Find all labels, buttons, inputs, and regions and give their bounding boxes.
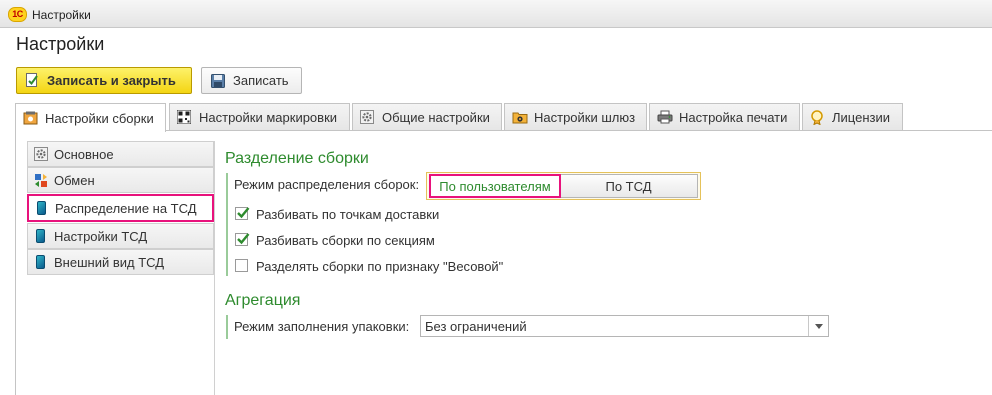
checkmark-icon — [237, 207, 250, 219]
save-and-close-label: Записать и закрыть — [47, 73, 176, 88]
exchange-icon — [34, 173, 48, 188]
tab-print-settings[interactable]: Настройка печати — [649, 103, 800, 130]
checkmark-icon — [237, 233, 250, 245]
mobile-device-icon — [34, 254, 48, 270]
mobile-device-icon — [34, 228, 48, 244]
tab-assembly-settings[interactable]: Настройки сборки — [15, 103, 166, 132]
aggregation-group-bar — [226, 315, 228, 339]
gear-icon — [34, 146, 48, 162]
window-titlebar: 1С Настройки — [0, 0, 992, 28]
app-logo: 1С — [8, 7, 27, 22]
save-label: Записать — [233, 73, 289, 88]
page-title: Настройки — [16, 34, 105, 54]
fill-mode-label: Режим заполнения упаковки: — [234, 319, 410, 334]
qr-code-icon — [176, 109, 193, 125]
floppy-disk-icon — [211, 73, 225, 88]
nav-item-label: Основное — [54, 146, 114, 162]
split-group-bar — [226, 173, 228, 276]
nav-item-label: Распределение на ТСД — [55, 200, 197, 216]
mobile-device-icon — [35, 200, 49, 216]
tab-licenses[interactable]: Лицензии — [802, 103, 903, 130]
nav-divider — [214, 141, 215, 395]
nav-item-main[interactable]: Основное — [27, 141, 214, 167]
license-icon — [810, 110, 826, 126]
nav-item-label: Внешний вид ТСД — [54, 254, 165, 270]
save-button[interactable]: Записать — [201, 67, 302, 94]
tab-label: Настройки маркировки — [199, 109, 338, 125]
save-and-close-button[interactable]: Записать и закрыть — [16, 67, 192, 94]
dropdown-button[interactable] — [808, 316, 828, 336]
tab-label: Общие настройки — [382, 109, 490, 125]
nav-item-label: Настройки ТСД — [54, 228, 148, 244]
assembly-settings-icon — [23, 111, 39, 125]
split-by-weight-label: Разделять сборки по признаку "Весовой" — [256, 259, 504, 274]
split-section-title: Разделение сборки — [225, 150, 369, 167]
nav-item-tsd-appearance[interactable]: Внешний вид ТСД — [27, 249, 214, 275]
mode-by-users-button[interactable]: По пользователям — [429, 174, 561, 198]
save-document-icon — [26, 73, 39, 88]
tab-label: Лицензии — [832, 109, 890, 125]
nav-item-label: Обмен — [54, 172, 95, 188]
split-by-weight-checkbox[interactable] — [235, 259, 248, 272]
split-by-delivery-points-label: Разбивать по точкам доставки — [256, 207, 440, 222]
nav-item-exchange[interactable]: Обмен — [27, 167, 214, 193]
tab-label: Настройка печати — [679, 109, 788, 125]
aggregation-section-title: Агрегация — [225, 292, 301, 309]
fill-mode-value: Без ограничений — [425, 319, 527, 334]
distribution-mode-label: Режим распределения сборок: — [234, 177, 420, 192]
tab-label: Настройки шлюз — [534, 109, 636, 125]
nav-item-tsd-distribution[interactable]: Распределение на ТСД — [27, 194, 214, 222]
folder-gear-icon — [512, 110, 528, 124]
nav-item-tsd-settings[interactable]: Настройки ТСД — [27, 223, 214, 249]
split-by-delivery-points-checkbox[interactable] — [235, 207, 250, 220]
printer-icon — [657, 110, 673, 124]
chevron-down-icon — [814, 323, 823, 329]
tab-general-settings[interactable]: Общие настройки — [352, 103, 502, 130]
tab-marking-settings[interactable]: Настройки маркировки — [169, 103, 350, 130]
tab-gateway-settings[interactable]: Настройки шлюз — [504, 103, 647, 130]
fill-mode-select[interactable]: Без ограничений — [420, 315, 829, 337]
split-by-sections-checkbox[interactable] — [235, 233, 250, 246]
window-title: Настройки — [32, 8, 91, 22]
tab-label: Настройки сборки — [45, 110, 154, 126]
mode-by-tsd-button[interactable]: По ТСД — [559, 174, 698, 198]
gear-icon — [360, 110, 376, 124]
split-by-sections-label: Разбивать сборки по секциям — [256, 233, 435, 248]
